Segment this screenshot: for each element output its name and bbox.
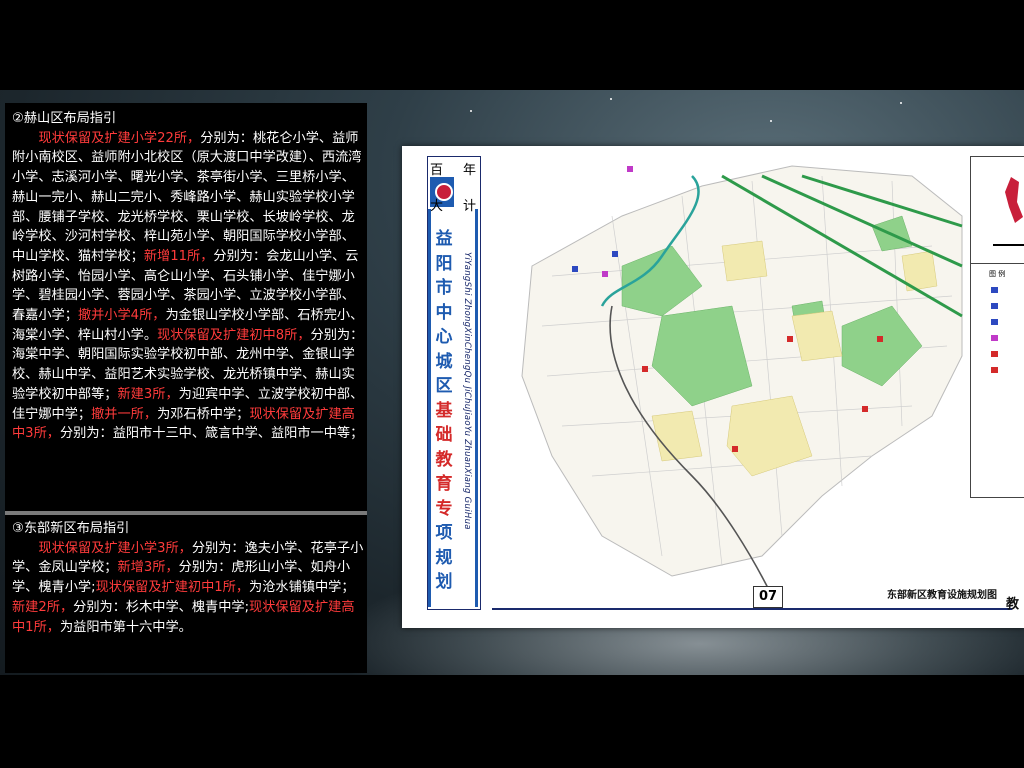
highlight-text: 新增11所，	[143, 248, 214, 264]
section-body: 现状保留及扩建小学3所，分别为：逸夫小学、花亭子小学、金凤山学校；新增3所，分别…	[12, 539, 364, 638]
title-char: 专	[435, 498, 453, 519]
map-caption-right: 教	[1006, 597, 1020, 612]
highlight-text: 现状保留及扩建初中1所，	[95, 580, 250, 596]
body-text: 为益阳市第十六中学。	[59, 619, 192, 635]
title-char: 础	[435, 425, 453, 445]
title-char: 项	[435, 523, 453, 543]
map-legend: 图 例	[970, 156, 1024, 498]
legend-swatch	[991, 367, 998, 373]
corner-label: 大	[430, 199, 444, 214]
legend-swatch	[991, 351, 998, 357]
title-char: 中	[435, 302, 453, 323]
map-figure: 百 年 大 计 益阳市中心城区基础教育专项规划 YiYangShi ZhongX…	[402, 146, 1024, 628]
title-char: 阳	[435, 253, 453, 274]
highlight-text: 新建3所，	[117, 386, 179, 402]
city-map	[492, 156, 967, 596]
corner-label: 百	[430, 163, 444, 178]
title-char: 划	[435, 572, 453, 592]
title-char: 益	[435, 229, 453, 249]
title-char: 教	[435, 449, 453, 470]
map-sidebar: 百 年 大 计 益阳市中心城区基础教育专项规划 YiYangShi ZhongX…	[427, 156, 481, 610]
section-body: 现状保留及扩建小学22所，分别为：桃花仑小学、益师附小南校区、益师附小北校区（原…	[12, 129, 364, 444]
star-decoration	[610, 98, 612, 100]
section-heading: ②赫山区布局指引	[12, 111, 117, 126]
body-text: 分别为：桃花仑小学、益师附小南校区、益师附小北校区（原大渡口中学改建）、西流湾小…	[12, 130, 362, 264]
corner-label: 年	[463, 163, 477, 178]
section-east: ③东部新区布局指引 现状保留及扩建小学3所，分别为：逸夫小学、花亭子小学、金凤山…	[12, 519, 364, 637]
legend-location-map	[971, 157, 1024, 264]
highlight-text: 撤并一所，	[91, 406, 158, 422]
star-decoration	[900, 102, 902, 104]
star-decoration	[470, 110, 472, 112]
title-char: 心	[435, 327, 453, 347]
pinyin-title: YiYangShi ZhongXinChengQu JiChuJiaoYu Zh…	[462, 252, 472, 530]
highlight-text: 现状保留及扩建初中8所，	[157, 327, 311, 343]
title-char: 育	[435, 474, 453, 494]
divider	[5, 511, 367, 515]
legend-swatch	[991, 303, 998, 309]
highlight-text: 新建2所，	[12, 599, 74, 615]
legend-swatch	[991, 287, 998, 293]
highlight-text: 现状保留及扩建小学3所，	[38, 540, 192, 556]
frame-line	[492, 608, 1012, 610]
star-decoration	[770, 120, 772, 122]
section-heading: ③东部新区布局指引	[12, 521, 130, 536]
highlight-text: 撤并小学4所，	[77, 308, 166, 324]
title-char: 基	[435, 400, 453, 421]
sidebar-strip	[428, 209, 431, 607]
section-heshan: ②赫山区布局指引 现状保留及扩建小学22所，分别为：桃花仑小学、益师附小南校区、…	[12, 109, 364, 444]
text-panel: ②赫山区布局指引 现状保留及扩建小学22所，分别为：桃花仑小学、益师附小南校区、…	[5, 103, 367, 673]
sidebar-strip	[475, 209, 478, 607]
body-text: 为邓石桥中学；	[157, 406, 250, 422]
highlight-text: 现状保留及扩建小学22所，	[38, 130, 201, 146]
highlight-text: 新增3所，	[117, 560, 179, 576]
title-char: 市	[435, 278, 453, 298]
vertical-title: 益阳市中心城区基础教育专项规划	[432, 227, 456, 595]
title-char: 规	[435, 547, 453, 568]
map-caption: 东部新区教育设施规划图	[887, 590, 997, 601]
legend-swatch	[991, 319, 998, 325]
body-text: 分别为：杉木中学、槐青中学;	[73, 599, 250, 615]
body-text: 分别为：益阳市十三中、箴言中学、益阳市一中等；	[59, 426, 364, 442]
title-char: 城	[435, 351, 453, 372]
location-map-icon	[993, 177, 1024, 246]
legend-title: 图 例	[989, 270, 1006, 278]
page-number: 07	[753, 586, 783, 608]
body-text: 为沧水铺镇中学；	[249, 580, 355, 596]
legend-swatch	[991, 335, 998, 341]
title-char: 区	[435, 376, 453, 396]
